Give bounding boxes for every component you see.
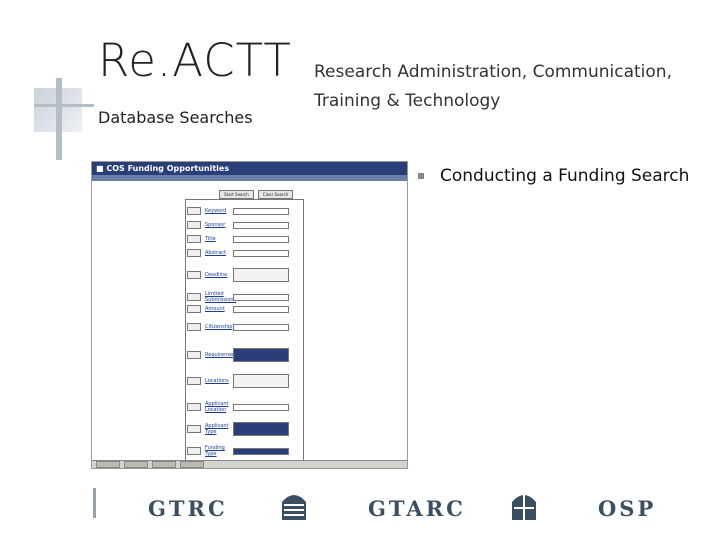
- field-select[interactable]: [233, 374, 289, 388]
- square-bullet-icon: [418, 173, 424, 179]
- field-input[interactable]: [233, 249, 289, 257]
- gtrc-logo: GTRC: [148, 496, 228, 521]
- start-search-button[interactable]: Start Search: [219, 190, 254, 199]
- field-checkbox[interactable]: [187, 403, 201, 411]
- decorative-vertical-bar: [56, 78, 62, 160]
- field-link[interactable]: Title: [205, 236, 233, 242]
- form-row: Sponsor: [187, 220, 289, 230]
- taskbar-button[interactable]: [124, 461, 148, 468]
- field-checkbox[interactable]: [187, 249, 201, 257]
- bullet-item: Conducting a Funding Search: [418, 166, 689, 186]
- form-row: Keyword: [187, 206, 289, 216]
- org-line-2: Training & Technology: [314, 91, 501, 111]
- field-select[interactable]: [233, 422, 289, 436]
- field-input[interactable]: [233, 305, 289, 313]
- page-subtitle: Database Searches: [98, 108, 253, 127]
- field-link[interactable]: Sponsor: [205, 222, 233, 228]
- bullet-text: Conducting a Funding Search: [440, 166, 690, 186]
- org-description: Research Administration, Communication, …: [314, 58, 672, 116]
- field-checkbox[interactable]: [187, 323, 201, 331]
- field-select[interactable]: [233, 447, 289, 455]
- form-row: Applicant Type: [187, 422, 289, 436]
- field-checkbox[interactable]: [187, 425, 201, 433]
- field-checkbox[interactable]: [187, 235, 201, 243]
- clear-search-button[interactable]: Clear Search: [257, 190, 294, 199]
- form-row: Amount: [187, 304, 289, 314]
- field-checkbox[interactable]: [187, 351, 201, 359]
- building-arch-icon: [282, 495, 306, 520]
- form-row: Locations: [187, 374, 289, 388]
- field-input[interactable]: [233, 293, 289, 301]
- org-line-1: Research Administration, Communication,: [314, 62, 672, 82]
- taskbar-button[interactable]: [96, 461, 120, 468]
- field-link[interactable]: Amount: [205, 306, 233, 312]
- screenshot-nav-strip: [92, 175, 407, 181]
- field-link[interactable]: Limited Submissions: [205, 291, 236, 303]
- osp-logo: OSP: [598, 496, 657, 521]
- embedded-browser-screenshot: ■ COS Funding Opportunities Start Search…: [91, 161, 408, 469]
- screenshot-titlebar: ■ COS Funding Opportunities: [92, 162, 407, 175]
- field-input[interactable]: [233, 235, 289, 243]
- field-input[interactable]: [233, 268, 289, 282]
- field-checkbox[interactable]: [187, 447, 201, 455]
- brand-title: Re.ACTT: [98, 34, 292, 87]
- field-link[interactable]: Applicant Location: [205, 401, 233, 413]
- field-input[interactable]: [233, 403, 289, 411]
- form-row: Deadline: [187, 268, 289, 282]
- form-row: Funding Type: [187, 445, 289, 457]
- form-row: Requirements: [187, 348, 289, 362]
- field-checkbox[interactable]: [187, 207, 201, 215]
- field-link[interactable]: Funding Type: [205, 445, 233, 457]
- screenshot-top-buttons: Start Search Clear Search: [219, 190, 294, 199]
- field-input[interactable]: [233, 323, 289, 331]
- field-select[interactable]: [233, 348, 289, 362]
- field-checkbox[interactable]: [187, 293, 201, 301]
- gtarc-logo: GTARC: [368, 496, 466, 521]
- building-window-icon: [512, 494, 536, 520]
- field-checkbox[interactable]: [187, 305, 201, 313]
- field-link[interactable]: Keyword: [205, 208, 233, 214]
- field-link[interactable]: Abstract: [205, 250, 233, 256]
- taskbar-button[interactable]: [152, 461, 176, 468]
- field-checkbox[interactable]: [187, 221, 201, 229]
- field-checkbox[interactable]: [187, 377, 201, 385]
- field-checkbox[interactable]: [187, 271, 201, 279]
- screenshot-taskbar: [92, 460, 407, 468]
- field-link[interactable]: Citizenship: [205, 324, 233, 330]
- field-link[interactable]: Requirements: [205, 352, 240, 358]
- field-link[interactable]: Applicant Type: [205, 423, 233, 435]
- footer-divider: [93, 488, 96, 518]
- form-row: Title: [187, 234, 289, 244]
- decorative-horizontal-bar: [34, 104, 94, 107]
- form-row: Applicant Location: [187, 401, 289, 413]
- field-input[interactable]: [233, 207, 289, 215]
- taskbar-button[interactable]: [180, 461, 204, 468]
- form-row: Citizenship: [187, 322, 289, 332]
- field-link[interactable]: Deadline: [205, 272, 233, 278]
- field-input[interactable]: [233, 221, 289, 229]
- field-link[interactable]: Locations: [205, 378, 233, 384]
- form-row: Abstract: [187, 248, 289, 258]
- form-row: Limited Submissions: [187, 291, 289, 303]
